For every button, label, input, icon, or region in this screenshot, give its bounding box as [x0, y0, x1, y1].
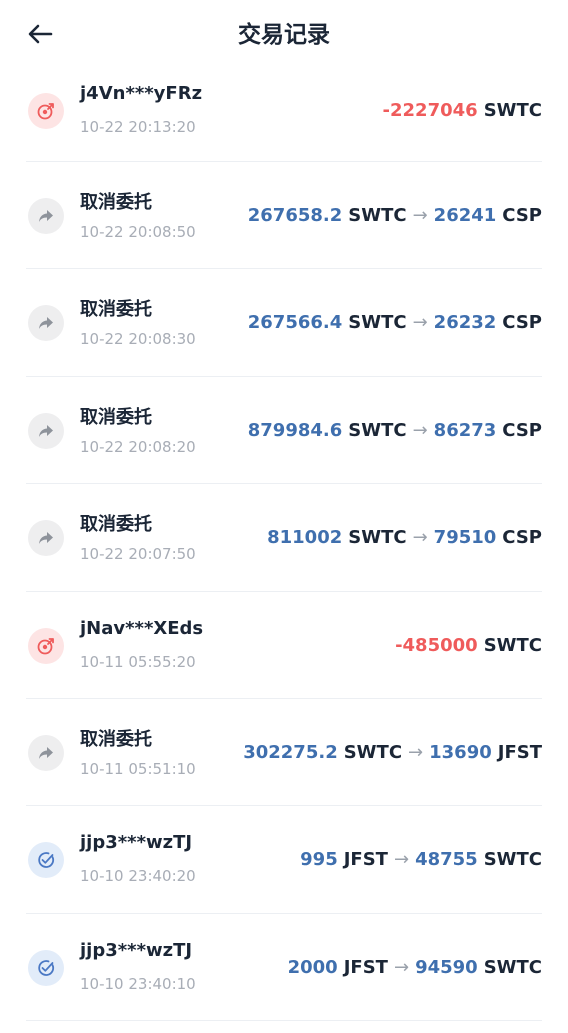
transaction-amount: 2000 JFST → 94590 SWTC [288, 957, 542, 978]
arrow-right-icon: → [412, 312, 428, 334]
from-currency: SWTC [348, 527, 407, 549]
from-amount-value: 267566.4 [247, 312, 343, 334]
arrow-right-icon: → [412, 205, 428, 226]
to-amount-value: 79510 [433, 527, 497, 549]
send-target-icon [28, 627, 64, 664]
transaction-name: jjp3***wzTJ [80, 939, 193, 961]
to-amount-value: 26241 [433, 205, 497, 226]
check-circle-icon [28, 949, 64, 986]
arrow-right-icon: → [412, 527, 428, 549]
from-amount-value: 267658.2 [247, 205, 343, 226]
amount-value: -485000 [395, 634, 478, 656]
transaction-amount: 811002 SWTC → 79510 CSP [267, 527, 542, 548]
to-amount-value: 13690 [429, 741, 492, 763]
transaction-amount: -2227046 SWTC [383, 100, 542, 121]
from-currency: SWTC [348, 312, 407, 334]
arrow-right-icon: → [393, 849, 410, 871]
page-title: 交易记录 [238, 22, 330, 48]
arrow-right-icon: → [408, 741, 424, 763]
to-amount-value: 86273 [433, 419, 497, 441]
amount-currency: SWTC [483, 634, 542, 656]
check-circle-icon [28, 842, 64, 879]
transaction-row[interactable]: 取消委托 10-22 20:08:30 267566.4 SWTC → 26232 CSP [26, 269, 542, 377]
from-currency: JFST [343, 849, 388, 871]
from-currency: SWTC [343, 741, 403, 763]
to-amount-value: 48755 [415, 849, 478, 871]
to-amount-value: 26232 [433, 312, 497, 334]
transaction-name: 取消委托 [80, 406, 152, 428]
to-currency: SWTC [483, 849, 542, 871]
transaction-name: 取消委托 [80, 728, 152, 750]
from-currency: SWTC [348, 419, 407, 441]
transaction-amount: 267566.4 SWTC → 26232 CSP [248, 312, 542, 333]
send-target-icon [28, 93, 64, 129]
from-currency: SWTC [348, 205, 407, 226]
from-amount-value: 302275.2 [243, 741, 338, 763]
transaction-name: jNav***XEds [80, 617, 204, 639]
to-currency: JFST [497, 741, 542, 763]
transaction-amount: 995 JFST → 48755 SWTC [300, 849, 542, 870]
transaction-row[interactable]: 取消委托 10-11 05:51:10 302275.2 SWTC → 13690 JFST [26, 699, 542, 807]
to-currency: CSP [502, 419, 542, 441]
from-amount-value: 995 [300, 849, 338, 871]
transaction-time: 10-22 20:08:20 [80, 437, 196, 456]
transaction-name: 取消委托 [80, 299, 152, 321]
transaction-time: 10-11 05:51:10 [80, 759, 196, 778]
transaction-row[interactable]: 取消委托 10-22 20:07:50 811002 SWTC → 79510 CSP [26, 484, 542, 592]
transaction-row[interactable]: 取消委托 10-22 20:08:20 879984.6 SWTC → 86273 CSP [26, 377, 542, 485]
transaction-name: 取消委托 [80, 192, 152, 213]
to-currency: SWTC [483, 956, 542, 978]
transaction-time: 10-10 23:40:20 [80, 867, 196, 886]
amount-value: -2227046 [382, 100, 478, 121]
to-currency: CSP [502, 205, 542, 226]
transaction-amount: 302275.2 SWTC → 13690 JFST [243, 742, 542, 763]
transaction-time: 10-22 20:13:20 [80, 118, 196, 136]
transaction-name: j4Vn***yFRz [80, 83, 203, 104]
amount-currency: SWTC [483, 100, 542, 121]
transaction-amount: -485000 SWTC [395, 635, 542, 656]
transaction-list: j4Vn***yFRz 10-22 20:13:20 -2227046 SWTC 取消委… [0, 55, 568, 1022]
transaction-time: 10-22 20:08:30 [80, 330, 196, 349]
transaction-row[interactable]: jjp3***wzTJ 10-10 23:40:10 2000 JFST → 94590 S… [26, 914, 542, 1022]
transaction-name: jjp3***wzTJ [80, 832, 193, 854]
to-amount-value: 94590 [415, 956, 478, 978]
transaction-time: 10-22 20:07:50 [80, 545, 196, 564]
to-currency: CSP [502, 527, 542, 549]
from-amount-value: 811002 [267, 527, 343, 549]
transaction-amount: 267658.2 SWTC → 26241 CSP [248, 205, 542, 226]
from-amount-value: 879984.6 [247, 419, 343, 441]
transaction-amount: 879984.6 SWTC → 86273 CSP [248, 420, 542, 441]
arrow-right-icon: → [412, 419, 428, 441]
transaction-row[interactable]: 取消委托 10-22 20:08:50 267658.2 SWTC → 26241 CSP [26, 162, 542, 270]
transaction-row[interactable]: j4Vn***yFRz 10-22 20:13:20 -2227046 SWTC [26, 55, 542, 162]
transaction-time: 10-11 05:55:20 [80, 652, 196, 671]
transaction-time: 10-10 23:40:10 [80, 974, 196, 993]
share-forward-icon [28, 734, 64, 771]
share-forward-icon [28, 412, 64, 449]
transaction-time: 10-22 20:08:50 [80, 223, 196, 241]
transaction-row[interactable]: jNav***XEds 10-11 05:55:20 -485000 SWTC [26, 592, 542, 699]
transaction-row[interactable]: jjp3***wzTJ 10-10 23:40:20 995 JFST → 48755 SW… [26, 806, 542, 914]
arrow-right-icon: → [393, 956, 410, 978]
transaction-name: 取消委托 [80, 514, 152, 536]
from-amount-value: 2000 [287, 956, 338, 978]
from-currency: JFST [343, 956, 388, 978]
share-forward-icon [28, 198, 64, 234]
share-forward-icon [28, 305, 64, 342]
to-currency: CSP [502, 312, 542, 334]
share-forward-icon [28, 520, 64, 557]
